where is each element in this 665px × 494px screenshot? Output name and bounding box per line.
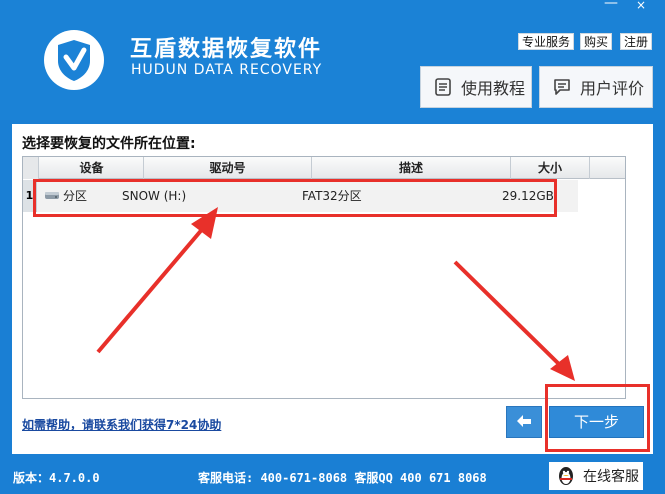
annotation-arrows <box>96 207 575 381</box>
annotation-arrow-left <box>96 218 212 354</box>
annotation-arrow-left-head <box>191 207 218 239</box>
annotation-arrow-right <box>453 260 567 372</box>
